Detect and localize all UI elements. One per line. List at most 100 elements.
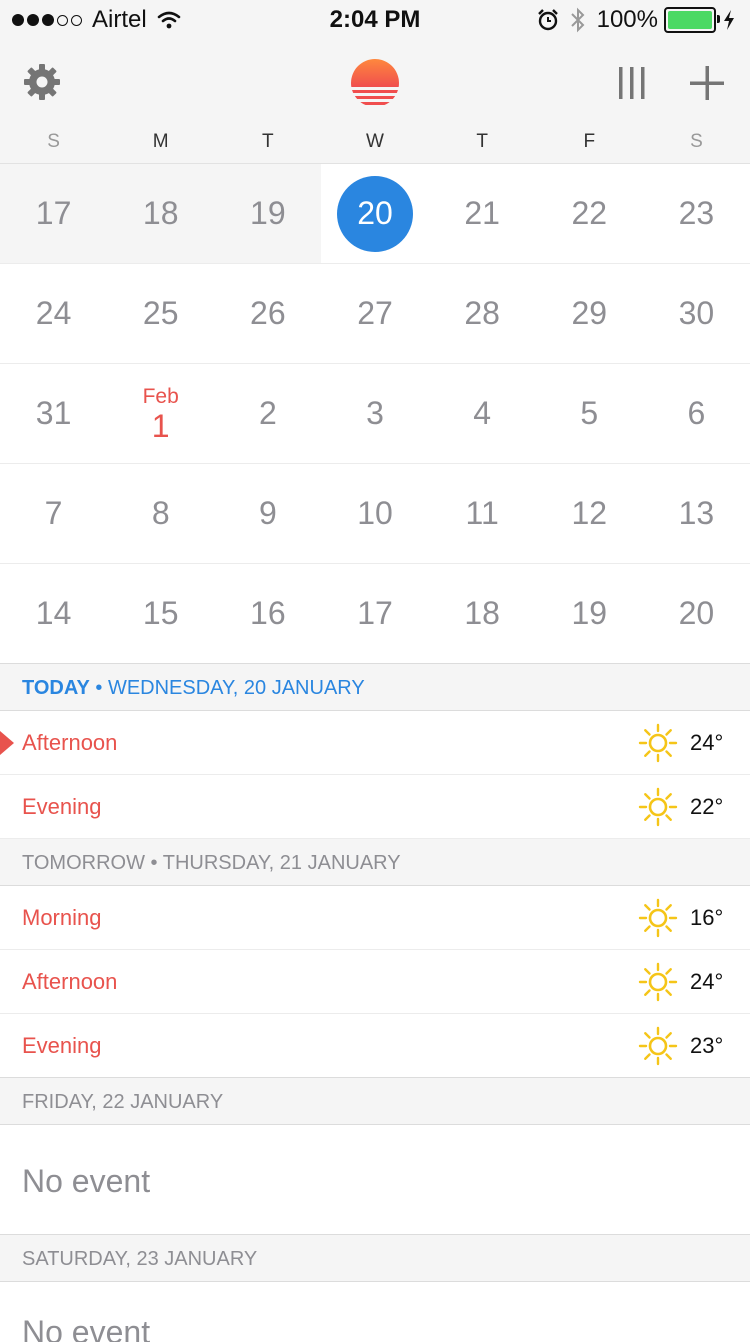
status-bar: Airtel 2:04 PM 100% bbox=[0, 0, 750, 40]
agenda-row[interactable]: Afternoon 24° bbox=[0, 950, 750, 1014]
time-of-day-label: Afternoon bbox=[22, 969, 118, 994]
no-event-row[interactable]: No event bbox=[0, 1125, 750, 1235]
calendar-day[interactable]: 15 bbox=[107, 564, 214, 663]
columns-view-icon[interactable] bbox=[616, 64, 648, 102]
sun-icon bbox=[638, 787, 678, 827]
sunrise-logo-icon[interactable] bbox=[349, 58, 401, 108]
calendar-day[interactable]: 6 bbox=[643, 364, 750, 463]
day-number: 18 bbox=[464, 595, 500, 631]
day-number: 4 bbox=[473, 395, 492, 431]
calendar-day[interactable]: 2 bbox=[214, 364, 321, 463]
calendar-day-today[interactable]: 20 bbox=[321, 164, 428, 263]
calendar-day[interactable]: 17 bbox=[0, 164, 108, 263]
day-number: 22 bbox=[571, 195, 608, 231]
calendar-day[interactable]: 18 bbox=[107, 164, 215, 263]
day-number: 25 bbox=[142, 295, 179, 331]
agenda-list: TODAY • WEDNESDAY, 20 JANUARY Afternoon … bbox=[0, 663, 750, 1342]
calendar-day[interactable]: 16 bbox=[214, 564, 321, 663]
agenda-row[interactable]: Evening 23° bbox=[0, 1014, 750, 1078]
day-number: 30 bbox=[678, 295, 715, 331]
calendar-day[interactable]: 4 bbox=[429, 364, 536, 463]
calendar-day[interactable]: 26 bbox=[214, 264, 321, 363]
calendar-day[interactable]: 21 bbox=[429, 164, 536, 263]
day-number: 29 bbox=[571, 295, 608, 331]
day-number: 19 bbox=[250, 195, 286, 231]
calendar-day[interactable]: 5 bbox=[536, 364, 643, 463]
calendar-day[interactable]: 27 bbox=[321, 264, 428, 363]
temperature: 16° bbox=[690, 905, 724, 930]
agenda-row[interactable]: Afternoon 24° bbox=[0, 711, 750, 775]
tomorrow-date: THURSDAY, 21 JANUARY bbox=[162, 852, 401, 874]
calendar-day[interactable]: 23 bbox=[643, 164, 750, 263]
calendar-day[interactable]: 19 bbox=[214, 164, 322, 263]
agenda-row[interactable]: Evening 22° bbox=[0, 775, 750, 839]
battery-percent: 100% bbox=[596, 6, 658, 33]
calendar-day[interactable]: 12 bbox=[536, 464, 643, 563]
calendar-day[interactable]: 3 bbox=[321, 364, 428, 463]
calendar-day[interactable]: 10 bbox=[321, 464, 428, 563]
calendar-day[interactable]: 9 bbox=[214, 464, 321, 563]
day-number: 23 bbox=[678, 195, 715, 231]
calendar-day[interactable]: 22 bbox=[536, 164, 643, 263]
weekday-label: S bbox=[47, 131, 60, 152]
day-number: 31 bbox=[35, 395, 72, 431]
calendar-day[interactable]: 29 bbox=[536, 264, 643, 363]
bluetooth-icon bbox=[570, 7, 585, 33]
day-number: 11 bbox=[465, 495, 499, 531]
saturday-date: SATURDAY, 23 JANUARY bbox=[22, 1248, 258, 1270]
temperature: 24° bbox=[690, 730, 724, 755]
calendar-day[interactable]: 31 bbox=[0, 364, 107, 463]
calendar-day[interactable]: 30 bbox=[643, 264, 750, 363]
day-number: 2 bbox=[258, 395, 277, 431]
temperature: 24° bbox=[690, 969, 724, 994]
status-right: 100% bbox=[537, 6, 736, 34]
calendar-day[interactable]: 8 bbox=[107, 464, 214, 563]
calendar-day[interactable]: 28 bbox=[429, 264, 536, 363]
calendar-day[interactable]: 7 bbox=[0, 464, 107, 563]
time-of-day-label: Afternoon bbox=[22, 730, 118, 755]
sun-icon bbox=[638, 723, 678, 763]
temperature: 23° bbox=[690, 1033, 724, 1058]
weekday-label: W bbox=[366, 131, 384, 152]
calendar-week: 7 8 9 10 11 12 13 bbox=[0, 464, 750, 564]
calendar-day[interactable]: 13 bbox=[643, 464, 750, 563]
day-number: 1 bbox=[151, 407, 170, 444]
day-number: 9 bbox=[258, 495, 277, 531]
day-number: 19 bbox=[571, 595, 608, 631]
calendar-day-month-start[interactable]: Feb 1 bbox=[107, 364, 214, 463]
calendar-day[interactable]: 25 bbox=[107, 264, 214, 363]
agenda-section-header-friday: FRIDAY, 22 JANUARY bbox=[0, 1078, 750, 1125]
day-number: 5 bbox=[580, 395, 599, 431]
weekday-label: S bbox=[690, 131, 703, 152]
agenda-row[interactable]: Morning 16° bbox=[0, 886, 750, 950]
charging-bolt-icon bbox=[724, 10, 734, 30]
calendar-week: 17 18 19 20 21 22 23 bbox=[0, 164, 750, 264]
day-number: 10 bbox=[357, 495, 393, 531]
battery-icon bbox=[664, 7, 720, 33]
calendar-day[interactable]: 20 bbox=[643, 564, 750, 663]
calendar-week: 14 15 16 17 18 19 20 bbox=[0, 564, 750, 664]
day-number: 27 bbox=[357, 295, 393, 331]
temperature: 22° bbox=[690, 794, 724, 819]
time-of-day-label: Morning bbox=[22, 905, 102, 930]
no-event-row[interactable]: No event bbox=[0, 1282, 750, 1342]
calendar-day[interactable]: 11 bbox=[429, 464, 536, 563]
friday-date: FRIDAY, 22 JANUARY bbox=[22, 1091, 224, 1113]
calendar-day[interactable]: 18 bbox=[429, 564, 536, 663]
calendar-day[interactable]: 14 bbox=[0, 564, 107, 663]
calendar-day[interactable]: 19 bbox=[536, 564, 643, 663]
plus-icon[interactable] bbox=[688, 64, 726, 102]
day-number: 16 bbox=[250, 595, 286, 631]
day-number: 26 bbox=[250, 295, 286, 331]
sun-icon bbox=[638, 1026, 678, 1066]
day-number: 3 bbox=[366, 395, 384, 431]
day-number: 8 bbox=[151, 495, 170, 531]
day-number: 15 bbox=[142, 595, 179, 631]
calendar-day[interactable]: 17 bbox=[321, 564, 428, 663]
sun-icon bbox=[638, 898, 678, 938]
weekday-label: T bbox=[262, 131, 274, 152]
calendar-day[interactable]: 24 bbox=[0, 264, 107, 363]
month-start-marker: Feb 1 bbox=[143, 386, 179, 442]
gear-icon[interactable] bbox=[22, 62, 62, 102]
today-marker: 20 bbox=[336, 175, 413, 252]
